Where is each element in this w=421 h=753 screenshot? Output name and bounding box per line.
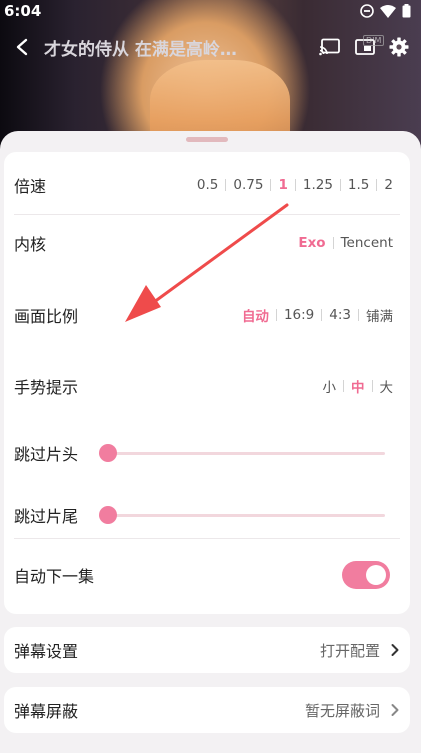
aspect-ratio-label: 画面比例 xyxy=(14,307,79,326)
skip-intro-slider[interactable] xyxy=(99,443,385,463)
speed-option-1.5[interactable]: 1.5 xyxy=(341,177,376,193)
danmaku-block-row: 弹幕屏蔽 暂无屏蔽词 xyxy=(14,687,400,733)
danmaku-settings-item[interactable]: 弹幕设置 打开配置 xyxy=(4,627,410,673)
status-icons xyxy=(360,4,411,18)
video-title: 才女的侍从 在满是高岭… xyxy=(44,39,237,60)
dnd-icon xyxy=(360,4,374,18)
aspect-ratio-options: 自动 16:9 4:3 铺满 xyxy=(235,305,400,325)
speed-label: 倍速 xyxy=(14,177,47,196)
auto-next-toggle-knob xyxy=(366,565,386,585)
aspect-option-auto[interactable]: 自动 xyxy=(235,305,276,325)
gesture-hint-label: 手势提示 xyxy=(14,378,79,397)
kernel-option-tencent[interactable]: Tencent xyxy=(334,235,400,251)
skip-outro-slider[interactable] xyxy=(99,505,385,525)
gesture-option-small[interactable]: 小 xyxy=(316,376,344,396)
battery-icon xyxy=(402,4,411,18)
back-button[interactable] xyxy=(0,38,44,56)
auto-next-toggle[interactable] xyxy=(342,561,390,589)
gesture-option-medium[interactable]: 中 xyxy=(344,376,372,396)
speed-options: 0.5 0.75 1 1.25 1.5 2 xyxy=(190,177,400,193)
speed-option-1[interactable]: 1 xyxy=(271,177,294,193)
aspect-option-16-9[interactable]: 16:9 xyxy=(277,307,321,323)
chevron-right-icon xyxy=(390,703,400,717)
gesture-hint-options: 小 中 大 xyxy=(316,376,401,396)
skip-outro-track xyxy=(99,514,385,517)
status-time: 6:04 xyxy=(4,2,42,20)
playback-settings-card: 倍速 0.5 0.75 1 1.25 1.5 2 内核 Exo Tencent … xyxy=(4,152,410,614)
speed-option-2[interactable]: 2 xyxy=(377,177,400,193)
danmaku-settings-row: 弹幕设置 打开配置 xyxy=(14,627,400,673)
danmaku-block-item[interactable]: 弹幕屏蔽 暂无屏蔽词 xyxy=(4,687,410,733)
player-top-bar: 才女的侍从 在满是高岭… xyxy=(0,30,421,64)
divider xyxy=(14,214,400,215)
aspect-option-4-3[interactable]: 4:3 xyxy=(322,307,358,323)
back-icon xyxy=(16,38,28,56)
skip-intro-track xyxy=(99,452,385,455)
gesture-option-large[interactable]: 大 xyxy=(373,376,401,396)
skip-outro-thumb[interactable] xyxy=(99,506,117,524)
danmaku-block-value: 暂无屏蔽词 xyxy=(304,701,380,720)
speed-option-1.25[interactable]: 1.25 xyxy=(296,177,340,193)
kernel-options: Exo Tencent xyxy=(291,235,400,251)
chevron-right-icon xyxy=(390,643,400,657)
danmaku-settings-label: 弹幕设置 xyxy=(14,642,79,661)
divider xyxy=(14,538,400,539)
danmaku-settings-value: 打开配置 xyxy=(319,641,380,660)
skip-outro-label: 跳过片尾 xyxy=(14,507,79,526)
settings-sheet: 倍速 0.5 0.75 1 1.25 1.5 2 内核 Exo Tencent … xyxy=(0,131,421,753)
sheet-drag-handle[interactable] xyxy=(186,137,228,142)
pip-badge: DIM xyxy=(363,35,385,46)
aspect-ratio-row: 画面比例 自动 16:9 4:3 铺满 xyxy=(14,292,400,338)
cast-button[interactable] xyxy=(319,38,341,56)
danmaku-block-label: 弹幕屏蔽 xyxy=(14,702,79,721)
gesture-hint-row: 手势提示 小 中 大 xyxy=(14,363,400,409)
speed-row: 倍速 0.5 0.75 1 1.25 1.5 2 xyxy=(14,162,400,208)
settings-gear-icon xyxy=(389,37,409,57)
kernel-row: 内核 Exo Tencent xyxy=(14,220,400,266)
kernel-label: 内核 xyxy=(14,235,47,254)
speed-option-0.5[interactable]: 0.5 xyxy=(190,177,225,193)
wifi-icon xyxy=(380,4,396,18)
settings-button[interactable] xyxy=(389,37,409,57)
speed-option-0.75[interactable]: 0.75 xyxy=(226,177,270,193)
kernel-option-exo[interactable]: Exo xyxy=(291,235,332,251)
cast-icon xyxy=(319,38,340,56)
skip-intro-thumb[interactable] xyxy=(99,444,117,462)
status-bar: 6:04 xyxy=(0,0,421,22)
skip-intro-label: 跳过片头 xyxy=(14,445,79,464)
aspect-option-fill[interactable]: 铺满 xyxy=(359,305,400,325)
auto-next-label: 自动下一集 xyxy=(14,567,95,586)
